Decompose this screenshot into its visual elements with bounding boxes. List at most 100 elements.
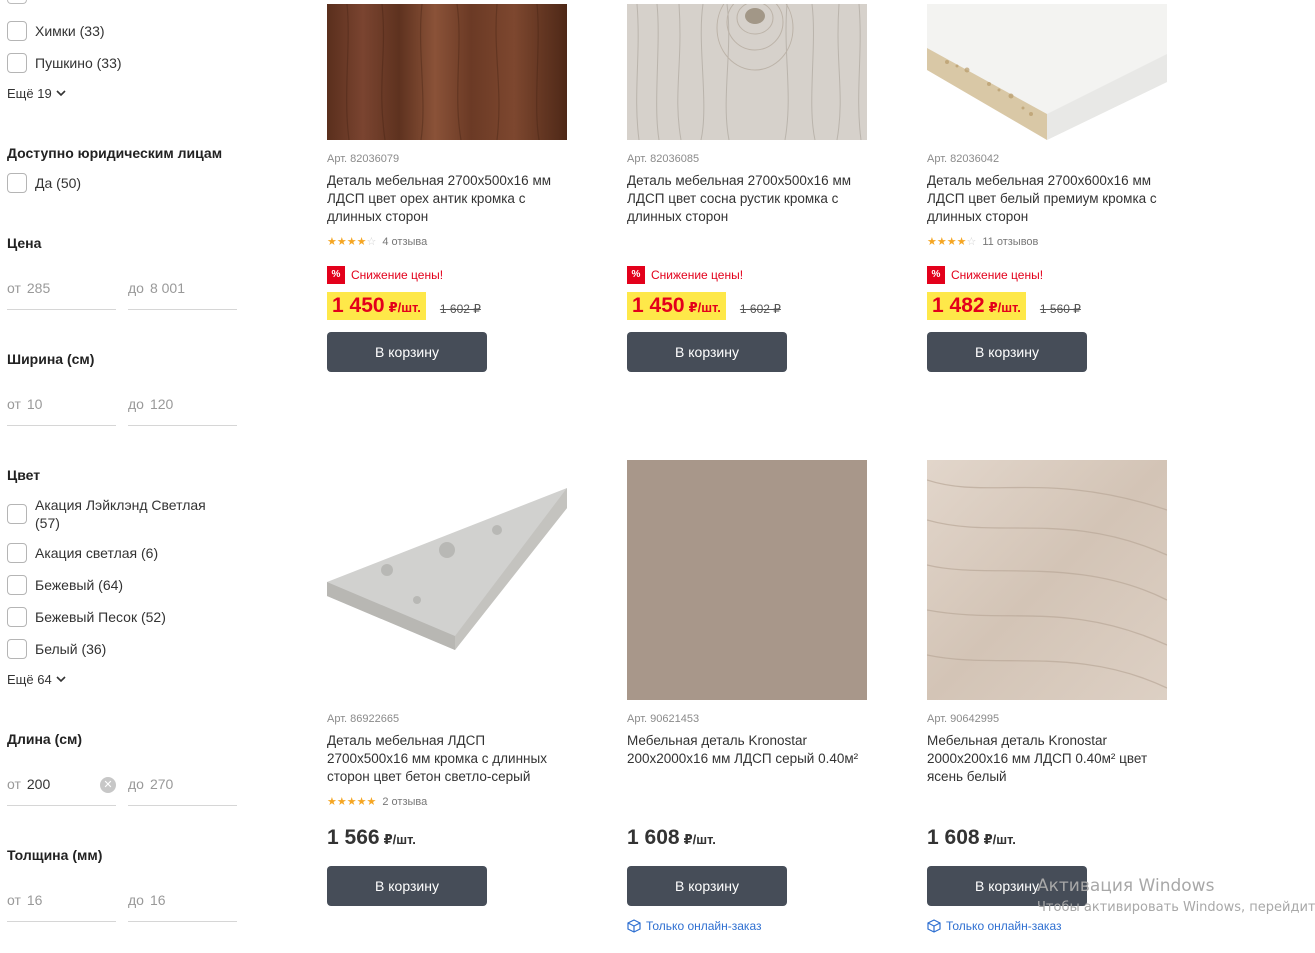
filter-option-pushkino[interactable]: Пушкино (33) (7, 53, 122, 73)
price-block: 1 482 ₽/шт. 1 560 ₽ (927, 292, 1081, 320)
walnut-wood-image[interactable] (327, 4, 567, 140)
online-only-label: Только онлайн-заказ (627, 919, 761, 933)
add-to-cart-button[interactable]: В корзину (627, 332, 787, 372)
from-label: от (7, 776, 21, 792)
product-title[interactable]: Мебельная деталь Kronostar 2000x200x16 м… (927, 732, 1167, 786)
checkbox[interactable] (7, 504, 27, 524)
price-block: 1 450 ₽/шт. 1 602 ₽ (327, 292, 481, 320)
white-ash-image[interactable] (927, 460, 1167, 700)
filter-title-legal: Доступно юридическим лицам (7, 145, 223, 161)
concrete-board-image[interactable] (327, 460, 567, 700)
placeholder: 8 001 (149, 280, 186, 296)
placeholder: 16 (149, 892, 166, 908)
article-number: Арт. 90642995 (927, 713, 1000, 725)
product-title[interactable]: Деталь мебельная 2700x500x16 мм ЛДСП цве… (327, 172, 567, 226)
rating[interactable]: ★ ★ ★ ★ ★ 2 отзыва (327, 796, 427, 808)
price-highlight: 1 450 ₽/шт. (327, 292, 426, 320)
filter-option-acacia-lakeland[interactable]: Акация Лэйклэнд Светлая (57) (7, 495, 227, 532)
promo-text: Снижение цены! (651, 268, 744, 282)
option-label: Бежевый (64) (35, 577, 124, 593)
price-range: от 285 до 8 001 (7, 280, 237, 310)
price: 1 608 ₽/шт. (927, 826, 1016, 850)
rating[interactable]: ★ ★ ★ ★ ☆ 4 отзыва (327, 236, 427, 248)
show-more-cities[interactable]: Ещё 19 (7, 86, 66, 101)
price-value: 1 566 (327, 826, 380, 849)
option-label: Химки (33) (35, 23, 105, 39)
filter-option-acacia-light[interactable]: Акация светлая (6) (7, 543, 158, 563)
checkbox[interactable] (7, 639, 27, 659)
to-label: до (128, 396, 144, 412)
product-title[interactable]: Деталь мебельная ЛДСП 2700x500x16 мм кро… (327, 732, 567, 786)
show-more-label: Ещё 19 (7, 86, 52, 101)
show-more-colors[interactable]: Ещё 64 (7, 672, 66, 687)
length-to-input[interactable]: до 270 (128, 776, 237, 806)
price-highlight: 1 450 ₽/шт. (627, 292, 726, 320)
watermark-subtitle: Чтобы активировать Windows, перейдите (1037, 900, 1315, 915)
percent-icon: % (327, 266, 345, 284)
rating[interactable]: ★ ★ ★ ★ ☆ 11 отзывов (927, 236, 1038, 248)
watermark-title: Активация Windows (1037, 876, 1215, 896)
checkbox[interactable] (7, 0, 27, 4)
filter-option-white[interactable]: Белый (36) (7, 639, 106, 659)
to-label: до (128, 280, 144, 296)
from-label: от (7, 280, 21, 296)
price-block: 1 608 ₽/шт. (927, 826, 1016, 850)
filter-option-beige[interactable]: Бежевый (64) (7, 575, 123, 595)
placeholder: 285 (26, 280, 51, 296)
product-title[interactable]: Деталь мебельная 2700x600x16 мм ЛДСП цве… (927, 172, 1167, 226)
checkbox[interactable] (7, 543, 27, 563)
price-value: 1 482 (932, 294, 985, 317)
grey-swatch-image[interactable] (627, 460, 867, 700)
to-label: до (128, 776, 144, 792)
pine-wood-image[interactable] (627, 4, 867, 140)
add-to-cart-button[interactable]: В корзину (327, 332, 487, 372)
from-label: от (7, 396, 21, 412)
checkbox[interactable] (7, 575, 27, 595)
filter-option-khimki[interactable]: Химки (33) (7, 21, 105, 41)
old-price: 1 602 ₽ (739, 302, 781, 316)
filter-title-length: Длина (см) (7, 731, 83, 747)
filter-option-legal-yes[interactable]: Да (50) (7, 173, 81, 193)
width-to-input[interactable]: до 120 (128, 396, 237, 426)
option-label: Белый (36) (35, 641, 107, 657)
to-label: до (128, 892, 144, 908)
add-to-cart-button[interactable]: В корзину (327, 866, 487, 906)
reviews-count: 4 отзыва (382, 236, 428, 248)
price: 1 566 ₽/шт. (327, 826, 416, 850)
checkbox[interactable] (7, 21, 27, 41)
chevron-down-icon (56, 90, 66, 97)
thickness-from-input[interactable]: от 16 (7, 892, 116, 922)
show-more-label: Ещё 64 (7, 672, 52, 687)
price-unit: ₽/шт. (383, 832, 416, 847)
checkbox[interactable] (7, 607, 27, 627)
article-number: Арт. 86922665 (327, 713, 400, 725)
placeholder: 120 (149, 396, 174, 412)
product-title[interactable]: Деталь мебельная 2700x500x16 мм ЛДСП цве… (627, 172, 867, 226)
option-label: Пушкино (33) (35, 55, 122, 71)
box-icon (627, 919, 641, 933)
length-from-input[interactable]: от 200 ✕ (7, 776, 116, 806)
clear-icon[interactable]: ✕ (100, 777, 116, 793)
placeholder: 16 (26, 892, 43, 908)
price-block: 1 608 ₽/шт. (627, 826, 716, 850)
online-only-label: Только онлайн-заказ (927, 919, 1061, 933)
width-from-input[interactable]: от 10 (7, 396, 116, 426)
price-value: 1 450 (332, 294, 385, 317)
promo-text: Снижение цены! (951, 268, 1044, 282)
product-title[interactable]: Мебельная деталь Kronostar 200x2000x16 м… (627, 732, 867, 768)
white-board-image[interactable] (927, 4, 1167, 140)
checkbox[interactable] (7, 53, 27, 73)
add-to-cart-button[interactable]: В корзину (927, 332, 1087, 372)
price-from-input[interactable]: от 285 (7, 280, 116, 310)
add-to-cart-button[interactable]: В корзину (627, 866, 787, 906)
thickness-to-input[interactable]: до 16 (128, 892, 237, 922)
online-only-text: Только онлайн-заказ (646, 919, 762, 933)
promo-label: % Снижение цены! (327, 266, 443, 284)
price-to-input[interactable]: до 8 001 (128, 280, 237, 310)
filter-title-price: Цена (7, 235, 42, 251)
price-value: 1 608 (927, 826, 980, 849)
filter-option-beige-sand[interactable]: Бежевый Песок (52) (7, 607, 166, 627)
checkbox[interactable] (7, 173, 27, 193)
article-number: Арт. 82036085 (627, 153, 700, 165)
rating-stars: ★ ★ ★ ★ ★ (327, 795, 377, 808)
